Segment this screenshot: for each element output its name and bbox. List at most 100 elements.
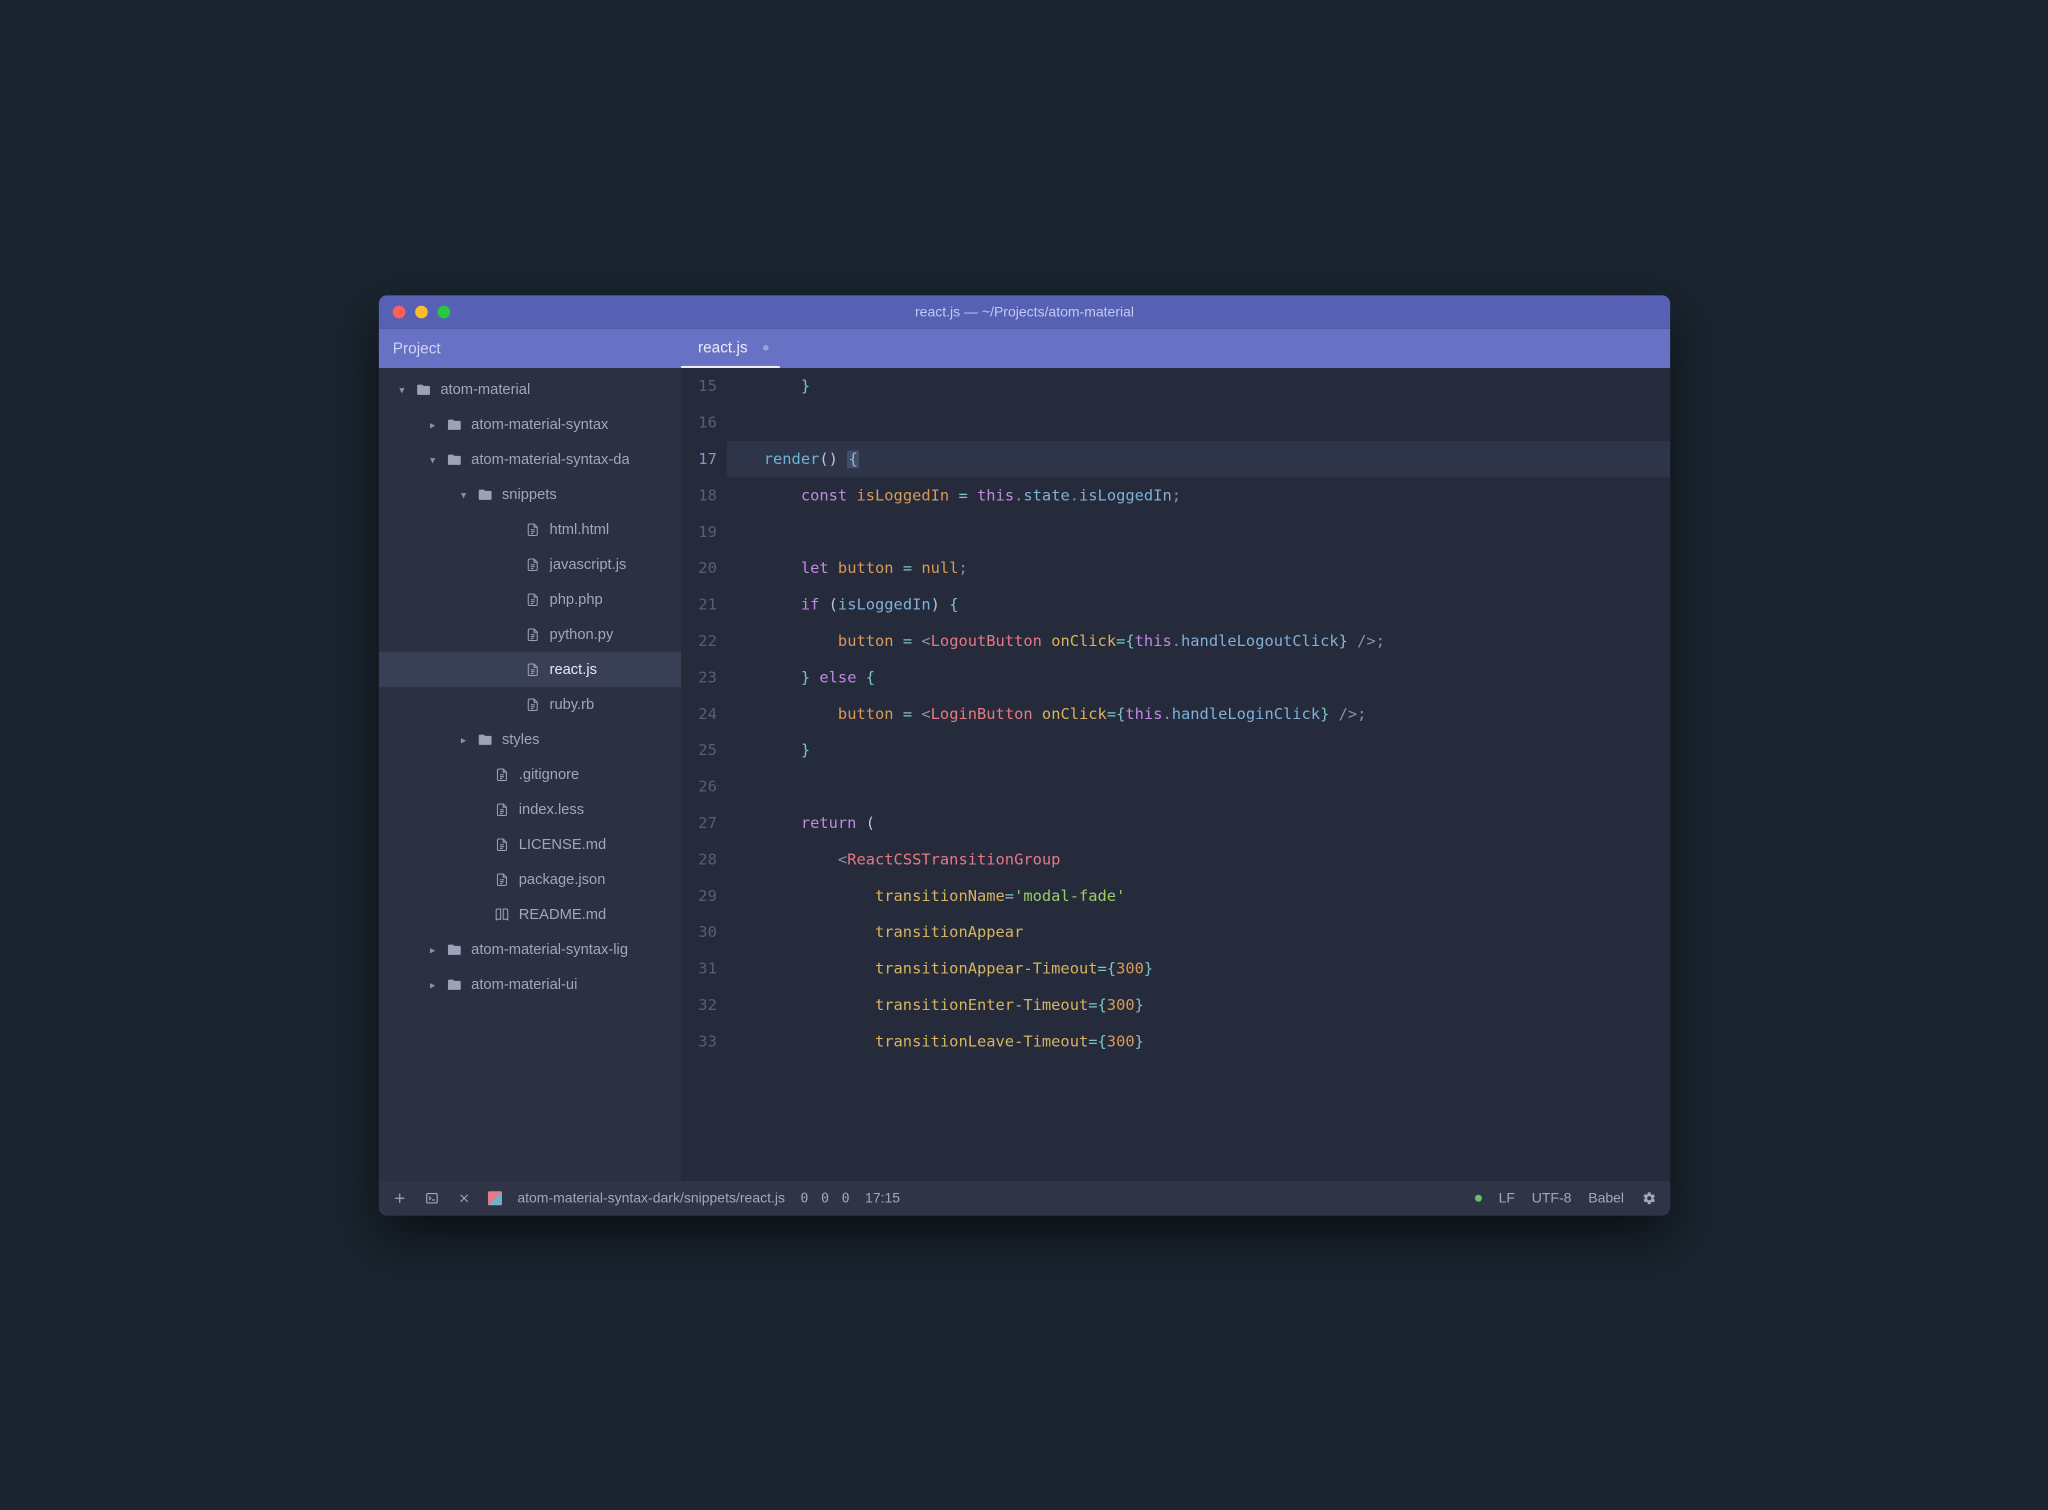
cursor-position[interactable]: 17:15 (865, 1190, 900, 1206)
line-number: 30 (681, 914, 717, 950)
code-line[interactable]: button = <LoginButton onClick={this.hand… (726, 695, 1670, 731)
new-file-icon[interactable] (391, 1189, 408, 1206)
code-line[interactable]: return ( (726, 804, 1670, 840)
chevron-down-icon[interactable]: ▾ (458, 488, 468, 501)
project-tree[interactable]: ▾atom-material▸atom-material-syntax▾atom… (378, 368, 680, 1181)
tree-item[interactable]: javascript.js (378, 547, 680, 582)
code-line[interactable]: button = <LogoutButton onClick={this.han… (726, 622, 1670, 658)
tree-item[interactable]: ▾ atom-material (378, 372, 680, 407)
tree-item[interactable]: .gitignore (378, 757, 680, 792)
folder-icon (415, 381, 432, 398)
line-number: 16 (681, 404, 717, 440)
tree-item[interactable]: LICENSE.md (378, 827, 680, 862)
tree-item[interactable]: ruby.rb (378, 687, 680, 722)
tree-item[interactable]: ▾atom-material-syntax-da (378, 442, 680, 477)
line-number: 19 (681, 513, 717, 549)
tree-item-label: atom-material-ui (471, 976, 577, 993)
line-number: 23 (681, 659, 717, 695)
main: ▾atom-material▸atom-material-syntax▾atom… (378, 368, 1670, 1181)
tree-item[interactable]: README.md (378, 897, 680, 932)
file-icon (524, 696, 541, 713)
close-icon[interactable] (392, 305, 405, 318)
file-icon (493, 801, 510, 818)
status-file-path[interactable]: atom-material-syntax-dark/snippets/react… (517, 1190, 785, 1206)
code-line[interactable]: transitionAppear-Timeout={300} (726, 950, 1670, 986)
tree-item-label: python.py (549, 626, 613, 643)
code-line[interactable]: <ReactCSSTransitionGroup (726, 841, 1670, 877)
tree-item[interactable]: python.py (378, 617, 680, 652)
header-bar: Project react.js (378, 328, 1670, 367)
code-line[interactable]: let button = null; (726, 550, 1670, 586)
settings-icon[interactable] (1640, 1189, 1657, 1206)
tree-item-label: javascript.js (549, 556, 626, 573)
close-panel-icon[interactable] (455, 1189, 472, 1206)
file-icon (524, 556, 541, 573)
tree-item-label: README.md (518, 906, 605, 923)
chevron-down-icon[interactable]: ▾ (396, 383, 406, 396)
tree-item[interactable]: ▸atom-material-syntax (378, 407, 680, 442)
line-number: 25 (681, 732, 717, 768)
tree-item[interactable]: ▸styles (378, 722, 680, 757)
code-line[interactable]: transitionAppear (726, 914, 1670, 950)
code-editor[interactable]: 15161718192021222324252627282930313233 }… (681, 368, 1670, 1181)
tree-item[interactable]: package.json (378, 862, 680, 897)
editor-window: react.js — ~/Projects/atom-material Proj… (378, 295, 1670, 1216)
tree-item-label: react.js (549, 661, 596, 678)
status-bar: atom-material-syntax-dark/snippets/react… (378, 1180, 1670, 1215)
tree-item[interactable]: index.less (378, 792, 680, 827)
tree-item-label: snippets (501, 486, 556, 503)
line-number: 21 (681, 586, 717, 622)
tree-item-label: atom-material (440, 381, 530, 398)
tree-item[interactable]: ▸atom-material-syntax-lig (378, 932, 680, 967)
line-number: 32 (681, 986, 717, 1022)
git-status-icon[interactable] (487, 1191, 501, 1205)
zoom-icon[interactable] (437, 305, 450, 318)
line-ending[interactable]: LF (1498, 1190, 1514, 1206)
code-line[interactable]: if (isLoggedIn) { (726, 586, 1670, 622)
code-line[interactable]: } (726, 368, 1670, 404)
file-icon (524, 521, 541, 538)
tab-react[interactable]: react.js (681, 328, 780, 367)
file-icon (524, 591, 541, 608)
code-line[interactable] (726, 768, 1670, 804)
minimize-icon[interactable] (415, 305, 428, 318)
tree-item[interactable]: html.html (378, 512, 680, 547)
folder-icon (445, 416, 462, 433)
file-icon (524, 626, 541, 643)
code-line[interactable]: transitionLeave-Timeout={300} (726, 1023, 1670, 1059)
code-line[interactable]: } else { (726, 659, 1670, 695)
chevron-right-icon[interactable]: ▸ (427, 943, 437, 956)
tree-item-label: .gitignore (518, 766, 578, 783)
terminal-icon[interactable] (423, 1189, 440, 1206)
code-line[interactable]: transitionEnter-Timeout={300} (726, 986, 1670, 1022)
chevron-right-icon[interactable]: ▸ (427, 978, 437, 991)
line-number: 17 (681, 440, 717, 476)
line-number: 18 (681, 477, 717, 513)
line-number: 24 (681, 695, 717, 731)
code-line[interactable] (726, 513, 1670, 549)
tree-item[interactable]: php.php (378, 582, 680, 617)
window-controls (392, 305, 449, 318)
code-line[interactable]: transitionName='modal-fade' (726, 877, 1670, 913)
encoding[interactable]: UTF-8 (1531, 1190, 1571, 1206)
file-icon (493, 766, 510, 783)
status-indicator-icon (1474, 1194, 1481, 1201)
code-area[interactable]: } render() { const isLoggedIn = this.sta… (726, 368, 1670, 1181)
code-line[interactable] (726, 404, 1670, 440)
panel-title-project: Project (378, 339, 680, 357)
window-title: react.js — ~/Projects/atom-material (914, 304, 1133, 320)
file-icon (493, 871, 510, 888)
code-line[interactable]: const isLoggedIn = this.state.isLoggedIn… (726, 477, 1670, 513)
line-number: 33 (681, 1023, 717, 1059)
chevron-down-icon[interactable]: ▾ (427, 453, 437, 466)
diagnostic-counters[interactable]: 0 0 0 (800, 1190, 849, 1205)
code-line[interactable]: render() { (726, 440, 1670, 476)
chevron-right-icon[interactable]: ▸ (458, 733, 468, 746)
code-line[interactable]: } (726, 732, 1670, 768)
tree-item[interactable]: react.js (378, 652, 680, 687)
chevron-right-icon[interactable]: ▸ (427, 418, 437, 431)
file-icon (493, 836, 510, 853)
tree-item[interactable]: ▾ snippets (378, 477, 680, 512)
grammar[interactable]: Babel (1588, 1190, 1624, 1206)
tree-item[interactable]: ▸ atom-material-ui (378, 967, 680, 1002)
